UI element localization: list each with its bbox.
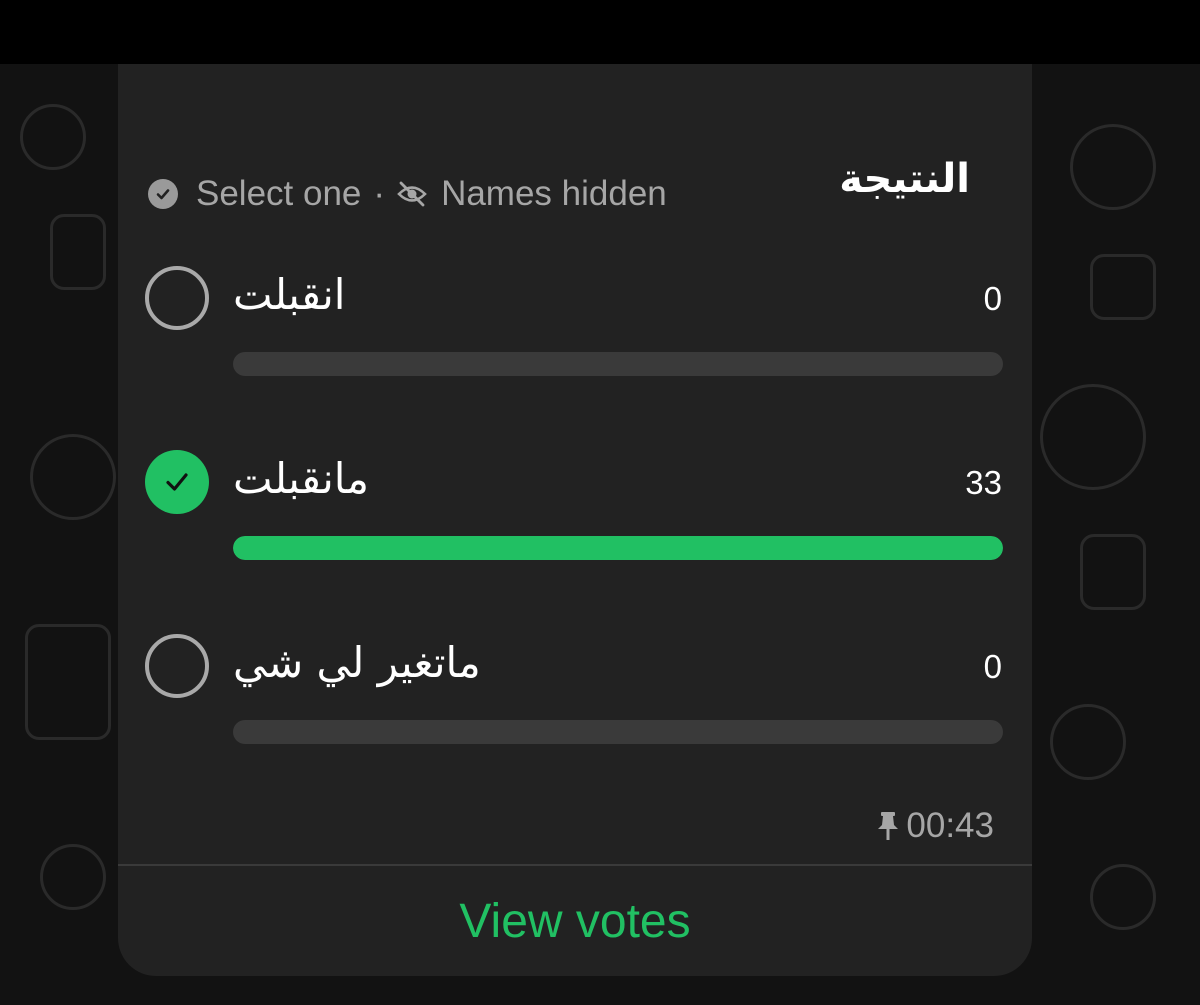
wallpaper-doodle (1070, 124, 1156, 210)
wallpaper-doodle (20, 104, 86, 170)
status-bar (0, 0, 1200, 64)
poll-title: النتيجة (839, 156, 970, 202)
eye-off-icon (397, 181, 427, 207)
check-circle-icon (148, 179, 178, 209)
poll-meta: Select one · Names hidden (148, 174, 667, 213)
select-one-label: Select one (196, 174, 362, 213)
option-radio[interactable] (145, 634, 209, 698)
option-label: مانقبلت (233, 454, 370, 503)
checkmark-icon (166, 473, 188, 491)
poll-card: النتيجة Select one · Names hidden انقبلت… (118, 64, 1032, 976)
wallpaper-doodle (1090, 254, 1156, 320)
poll-option[interactable]: انقبلت 0 (118, 266, 1032, 396)
names-hidden-label: Names hidden (441, 174, 667, 213)
wallpaper-doodle (40, 844, 106, 910)
option-label: ماتغير لي شي (233, 638, 481, 687)
option-radio[interactable] (145, 266, 209, 330)
message-time: 00:43 (874, 806, 994, 846)
option-progress-fill (233, 536, 1003, 560)
meta-separator: · (373, 174, 386, 213)
wallpaper-doodle (1050, 704, 1126, 780)
option-progress-bar (233, 536, 1003, 560)
wallpaper-doodle (1080, 534, 1146, 610)
poll-option[interactable]: ماتغير لي شي 0 (118, 634, 1032, 764)
wallpaper-doodle (50, 214, 106, 290)
option-radio-checked[interactable] (145, 450, 209, 514)
time-label: 00:43 (906, 806, 994, 845)
wallpaper-doodle (1040, 384, 1146, 490)
view-votes-button[interactable]: View votes (118, 866, 1032, 976)
option-vote-count: 33 (965, 464, 1002, 501)
wallpaper-doodle (1090, 864, 1156, 930)
option-vote-count: 0 (983, 648, 1002, 685)
option-vote-count: 0 (983, 280, 1002, 317)
option-label: انقبلت (233, 270, 346, 319)
pin-icon (874, 810, 902, 842)
poll-option[interactable]: مانقبلت 33 (118, 450, 1032, 580)
option-progress-bar (233, 352, 1003, 376)
option-progress-bar (233, 720, 1003, 744)
wallpaper-doodle (30, 434, 116, 520)
wallpaper-doodle (25, 624, 111, 740)
